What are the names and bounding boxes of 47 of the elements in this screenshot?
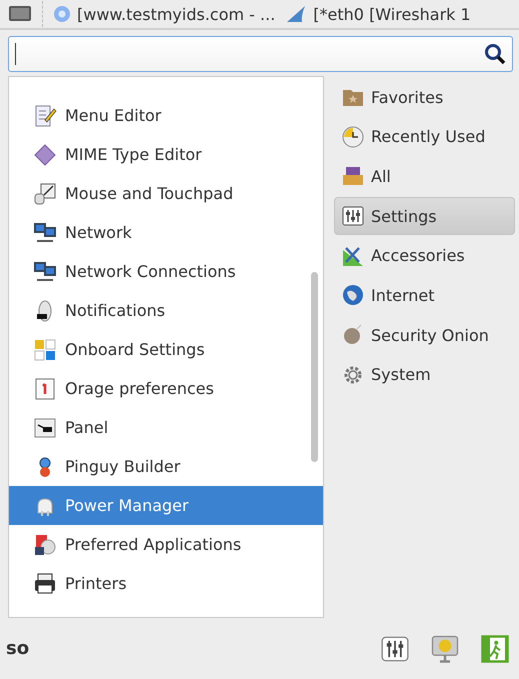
app-item[interactable]: Network Connections <box>9 252 323 291</box>
control-panel-icon <box>341 204 365 228</box>
app-item[interactable]: Printers <box>9 564 323 603</box>
monitor-lock-icon <box>430 634 460 664</box>
exit-icon <box>480 634 510 664</box>
document-pencil-icon <box>33 104 57 128</box>
category-item[interactable]: Favorites <box>334 78 515 116</box>
keyboard-keys-icon <box>33 338 57 362</box>
diamond-icon <box>33 142 57 166</box>
app-item[interactable]: Preferred Applications <box>9 525 323 564</box>
search-field[interactable] <box>8 36 513 72</box>
category-item[interactable]: Internet <box>334 276 515 314</box>
fin-icon <box>285 5 308 23</box>
globe-icon <box>341 283 365 308</box>
mouse-tablet-icon <box>33 182 57 206</box>
category-item[interactable]: Recently Used <box>334 118 515 156</box>
disc-floppy-icon <box>33 532 57 556</box>
calendar-icon <box>33 376 57 400</box>
app-item[interactable]: Orage preferences <box>9 369 323 408</box>
category-item[interactable]: All <box>334 157 515 196</box>
search-icon[interactable] <box>484 43 506 65</box>
category-item[interactable]: Settings <box>334 197 515 236</box>
category-item[interactable]: Security Onion <box>334 316 515 354</box>
browser-icon <box>53 5 71 23</box>
control-panel-icon <box>381 636 409 662</box>
app-item[interactable]: Mouse and Touchpad <box>9 174 323 213</box>
clock-icon <box>341 124 365 149</box>
app-item[interactable]: Menu Editor <box>9 96 323 135</box>
user-name: so <box>6 638 30 659</box>
panel-icon <box>33 416 57 440</box>
app-item[interactable]: Notifications <box>9 291 323 330</box>
desktop-icon[interactable] <box>8 4 32 24</box>
app-item[interactable]: Pinguy Builder <box>9 447 323 486</box>
category-item[interactable]: Accessories <box>334 236 515 275</box>
printer-icon <box>33 572 57 596</box>
taskbar-button[interactable]: [*eth0 [Wireshark 1 <box>285 4 471 24</box>
app-item[interactable]: Onboard Settings <box>9 330 323 369</box>
app-item[interactable]: MIME Type Editor <box>9 135 323 174</box>
taskbar-button[interactable]: [www.testmyids.com - ... <box>53 4 276 24</box>
category-item[interactable]: System <box>334 356 515 394</box>
app-item[interactable]: Power Manager <box>9 486 323 525</box>
log-out-button[interactable] <box>479 632 511 664</box>
network-icon <box>33 260 57 284</box>
scrollbar-thumb[interactable] <box>311 272 318 462</box>
network-icon <box>33 220 57 244</box>
app-item[interactable]: Panel <box>9 408 323 447</box>
app-item[interactable]: Network <box>9 213 323 252</box>
